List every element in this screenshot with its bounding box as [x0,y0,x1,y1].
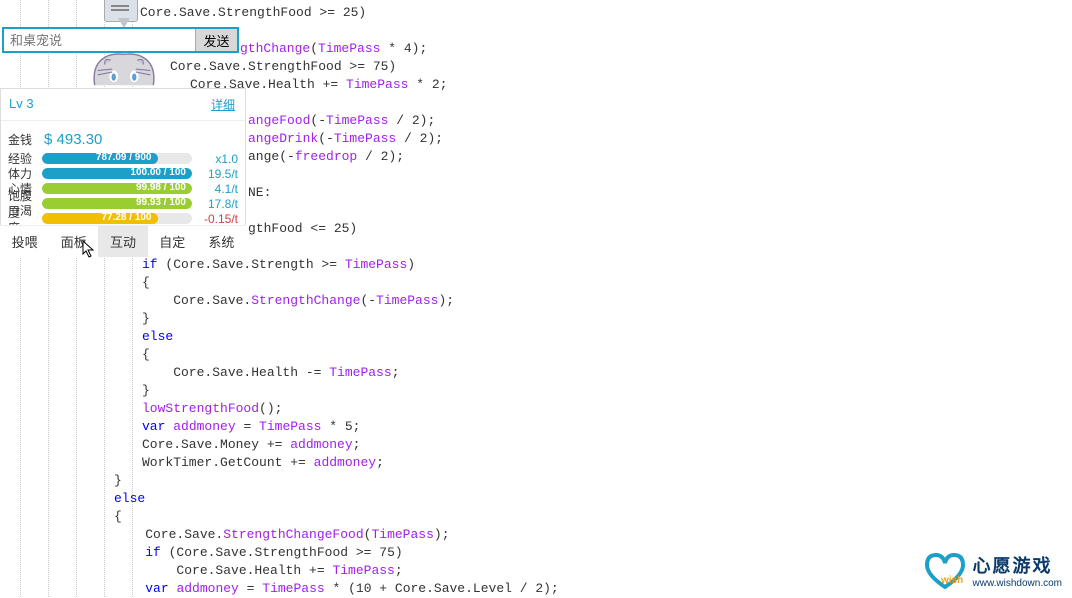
code-line: } [114,472,122,490]
stat-row: 体力 100.00 / 100 19.5/t [8,166,238,181]
code-line: gthFood <= 25) [248,220,357,238]
tab-bar: 投喂面板互动自定系统 [0,225,246,257]
tab-投喂[interactable]: 投喂 [0,226,49,257]
code-line: Core.Save.StrengthFood >= 75) [170,58,396,76]
code-line: { [114,508,122,526]
stat-bar-text: 99.98 / 100 [136,183,186,193]
code-line: { [142,274,150,292]
code-line: angeFood(-TimePass / 2); [248,112,435,130]
code-line: Core.Save.StrengthChangeFood(TimePass); [114,526,450,544]
send-button[interactable]: 发送 [195,29,237,51]
stat-rate: -0.15/t [196,212,238,226]
stat-row: 饱腹度 99.93 / 100 17.8/t [8,196,238,211]
detail-link[interactable]: 详细 [211,96,235,113]
stat-row: 经验 787.09 / 900 x1.0 [8,151,238,166]
code-line: Core.Save.Health += TimePass; [114,562,403,580]
code-line: Core.Save.StrengthFood >= 25) [140,4,366,22]
stats-panel: Lv 3 详细 金钱 $ 493.30 经验 787.09 / 900 x1.0… [0,88,246,233]
stat-bar: 787.09 / 900 [42,153,192,164]
code-line: if (Core.Save.Strength >= TimePass) [142,256,415,274]
code-line: } [142,382,150,400]
code-line: var addmoney = TimePass * 5; [142,418,360,436]
tab-自定[interactable]: 自定 [148,226,197,257]
watermark-url: www.wishdown.com [973,578,1062,589]
code-line: NE: [248,184,271,202]
code-line: var addmoney = TimePass * (10 + Core.Sav… [114,580,559,598]
code-line: Core.Save.Money += addmoney; [142,436,360,454]
code-line: WorkTimer.GetCount += addmoney; [142,454,384,472]
stat-bar-text: 787.09 / 900 [96,153,152,163]
code-line: ange(-freedrop / 2); [248,148,404,166]
tab-系统[interactable]: 系统 [197,226,246,257]
stat-bar-text: 77.28 / 100 [101,213,151,223]
code-line: Core.Save.StrengthChange(-TimePass); [142,292,454,310]
stat-bar: 77.28 / 100 [42,213,192,224]
svg-text:wish: wish [940,575,963,586]
code-line: else [114,490,145,508]
heart-icon: wish [923,553,967,589]
stat-rate: 19.5/t [196,167,238,181]
watermark-logo: wish 心愿游戏 www.wishdown.com [923,552,1062,589]
stat-rate: 17.8/t [196,197,238,211]
stat-bar-text: 100.00 / 100 [130,168,186,178]
money-value: $ 493.30 [44,131,102,148]
stat-rate: 4.1/t [196,182,238,196]
stat-row: 口渴度 77.28 / 100 -0.15/t [8,211,238,226]
stat-row: 心情 99.98 / 100 4.1/t [8,181,238,196]
cursor-icon [82,240,96,258]
stat-bar-text: 99.93 / 100 [136,198,186,208]
stat-bar: 99.93 / 100 [42,198,192,209]
tab-互动[interactable]: 互动 [98,226,147,257]
code-line: { [142,346,150,364]
money-label: 金钱 [8,131,40,148]
code-line: angeDrink(-TimePass / 2); [248,130,443,148]
stat-bar: 99.98 / 100 [42,183,192,194]
code-line: gthChange(TimePass * 4); [240,40,427,58]
level-label: Lv 3 [9,96,34,113]
stat-rate: x1.0 [196,152,238,166]
code-line: } [142,310,150,328]
code-line: lowStrengthFood(); [142,400,282,418]
stat-bar: 100.00 / 100 [42,168,192,179]
code-line: if (Core.Save.StrengthFood >= 75) [114,544,403,562]
chat-input[interactable] [4,29,195,51]
code-line: Core.Save.Health -= TimePass; [142,364,399,382]
code-line: else [142,328,173,346]
watermark-title: 心愿游戏 [973,552,1062,578]
